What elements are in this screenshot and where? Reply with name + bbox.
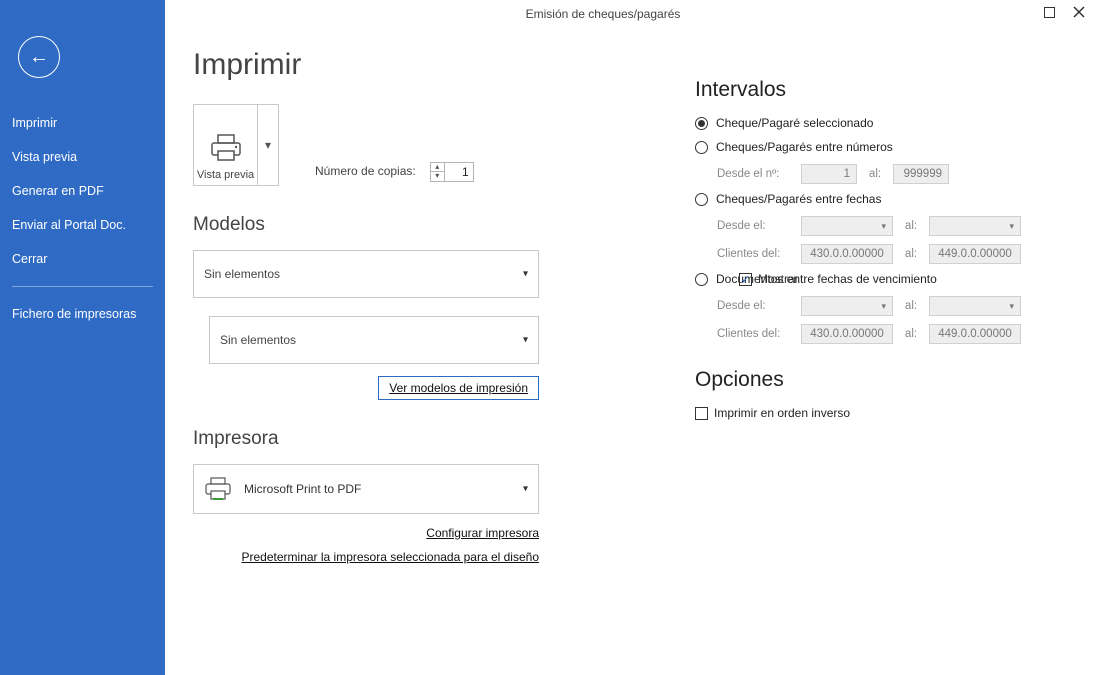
clientes-del-venc-label: Clientes del:: [717, 328, 795, 340]
cliente-venc-desde-field[interactable]: 430.0.0.00000: [801, 324, 893, 344]
vista-previa-dropdown[interactable]: ▾: [258, 105, 278, 185]
desde-venc-label: Desde el:: [717, 300, 795, 312]
window-title: Emisión de cheques/pagarés: [165, 3, 1041, 21]
modelos-combo-1-value: Sin elementos: [204, 267, 280, 281]
modelos-heading: Modelos: [193, 214, 683, 236]
intervalos-heading: Intervalos: [695, 78, 1087, 102]
radio-label: Cheque/Pagaré seleccionado: [716, 116, 873, 130]
sidebar-item-cerrar[interactable]: Cerrar: [0, 242, 165, 276]
configurar-impresora-link[interactable]: Configurar impresora: [426, 526, 539, 540]
desde-fecha-label: Desde el:: [717, 220, 795, 232]
radio-entre-fechas[interactable]: Cheques/Pagarés entre fechas: [695, 192, 1087, 206]
impresora-name: Microsoft Print to PDF: [244, 482, 361, 496]
radio-entre-numeros[interactable]: Cheques/Pagarés entre números: [695, 140, 1087, 154]
sidebar-separator: [12, 286, 153, 287]
vista-previa-label: Vista previa: [197, 169, 254, 181]
orden-inverso-checkbox[interactable]: [695, 407, 708, 420]
chevron-down-icon: ▾: [523, 269, 528, 280]
predeterminar-impresora-link[interactable]: Predeterminar la impresora seleccionada …: [242, 550, 540, 564]
al-label: al:: [863, 168, 887, 180]
modelos-combo-2[interactable]: Sin elementos ▾: [209, 316, 539, 364]
desde-fecha-drop[interactable]: ▾: [801, 216, 893, 236]
radio-icon: [695, 193, 708, 206]
cliente-venc-hasta-field[interactable]: 449.0.0.00000: [929, 324, 1021, 344]
chevron-down-icon: ▾: [881, 221, 886, 232]
cliente-desde-field[interactable]: 430.0.0.00000: [801, 244, 893, 264]
radio-label: Cheques/Pagarés entre números: [716, 140, 893, 154]
sidebar-item-imprimir[interactable]: Imprimir: [0, 106, 165, 140]
radio-icon: [695, 141, 708, 154]
radio-icon: [695, 273, 708, 286]
radio-label: Cheques/Pagarés entre fechas: [716, 192, 881, 206]
ver-modelos-link[interactable]: Ver modelos de impresión: [378, 376, 539, 400]
back-button[interactable]: ←: [18, 36, 60, 78]
impresora-combo[interactable]: Microsoft Print to PDF ▾: [193, 464, 539, 514]
copies-spinner[interactable]: ▴ ▾ 1: [430, 162, 474, 182]
sidebar-item-generar-pdf[interactable]: Generar en PDF: [0, 174, 165, 208]
chevron-down-icon: ▾: [1009, 221, 1014, 232]
mostrar-checkbox-wrap[interactable]: ✓ Mostrar: [739, 272, 799, 286]
al-label: al:: [899, 300, 923, 312]
mostrar-label: Mostrar: [758, 272, 799, 286]
impresora-heading: Impresora: [193, 428, 683, 450]
desde-venc-drop[interactable]: ▾: [801, 296, 893, 316]
maximize-icon[interactable]: [1041, 4, 1057, 20]
chevron-down-icon: ▾: [881, 301, 886, 312]
desde-n-field[interactable]: 1: [801, 164, 857, 184]
opciones-heading: Opciones: [695, 368, 1087, 392]
arrow-left-icon: ←: [29, 46, 49, 69]
title-bar-blue: [0, 0, 165, 24]
chevron-down-icon: ▾: [1009, 301, 1014, 312]
chevron-down-icon: ▾: [265, 138, 271, 152]
sidebar: ← Imprimir Vista previa Generar en PDF E…: [0, 24, 165, 675]
radio-icon: [695, 117, 708, 130]
hasta-n-field[interactable]: 999999: [893, 164, 949, 184]
radio-cheque-seleccionado[interactable]: Cheque/Pagaré seleccionado: [695, 116, 1087, 130]
al-label: al:: [899, 328, 923, 340]
hasta-venc-drop[interactable]: ▾: [929, 296, 1021, 316]
al-label: al:: [899, 220, 923, 232]
clientes-del-label: Clientes del:: [717, 248, 795, 260]
orden-inverso-checkbox-row[interactable]: Imprimir en orden inverso: [695, 406, 1087, 420]
modelos-combo-1[interactable]: Sin elementos ▾: [193, 250, 539, 298]
al-label: al:: [899, 248, 923, 260]
vista-previa-split-button[interactable]: Vista previa ▾: [193, 104, 279, 186]
mostrar-checkbox[interactable]: ✓: [739, 273, 752, 286]
printer-icon: [204, 477, 232, 501]
vista-previa-button[interactable]: Vista previa: [194, 105, 258, 185]
page-title: Imprimir: [193, 48, 683, 82]
title-bar: Emisión de cheques/pagarés: [0, 0, 1097, 24]
copies-value[interactable]: 1: [445, 165, 473, 179]
chevron-down-icon: ▾: [523, 335, 528, 346]
modelos-combo-2-value: Sin elementos: [220, 333, 296, 347]
window-buttons: [1041, 4, 1097, 20]
hasta-fecha-drop[interactable]: ▾: [929, 216, 1021, 236]
sidebar-item-fichero-impresoras[interactable]: Fichero de impresoras: [0, 297, 165, 331]
sidebar-item-vista-previa[interactable]: Vista previa: [0, 140, 165, 174]
chevron-down-icon: ▾: [523, 484, 528, 495]
printer-icon: [209, 133, 243, 163]
spinner-down-icon[interactable]: ▾: [431, 172, 444, 181]
close-icon[interactable]: [1071, 4, 1087, 20]
orden-inverso-label: Imprimir en orden inverso: [714, 406, 850, 420]
copies-label: Número de copias:: [315, 164, 416, 178]
cliente-hasta-field[interactable]: 449.0.0.00000: [929, 244, 1021, 264]
desde-n-label: Desde el nº:: [717, 168, 795, 180]
sidebar-item-enviar-portal[interactable]: Enviar al Portal Doc.: [0, 208, 165, 242]
